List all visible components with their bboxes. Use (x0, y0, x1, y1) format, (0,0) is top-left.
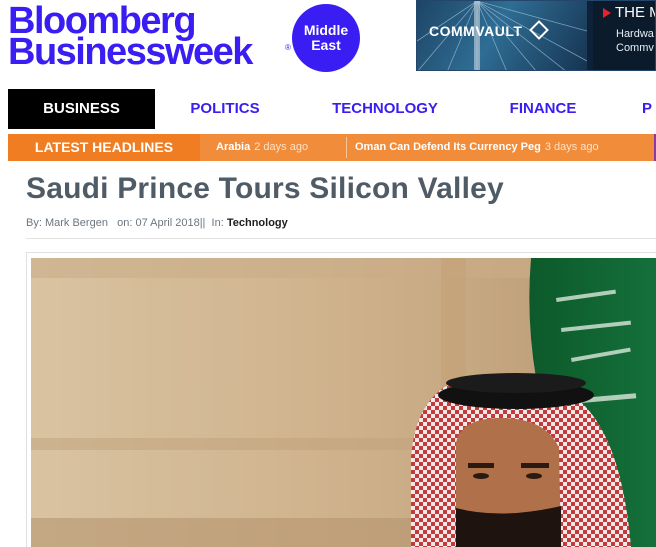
ad-brand-name: COMMVAULT (429, 23, 523, 39)
logo-registered-mark: ® (285, 43, 291, 52)
logo-line-businessweek: Businessweek (8, 31, 253, 73)
ad-headline: THE M (615, 4, 655, 21)
ticker-headline[interactable]: Arabia 2 days ago (216, 134, 308, 161)
by-label: By: (26, 217, 42, 229)
article-date: 07 April 2018|| (135, 217, 206, 229)
author-link[interactable]: Mark Bergen (45, 217, 108, 229)
ticker-headline-title: Arabia (216, 141, 251, 153)
category-label: In: (211, 217, 224, 229)
ticker-headline[interactable]: Oman Can Defend Its Currency Peg 3 days a… (355, 134, 599, 161)
nav-item-politics[interactable]: POLITICS (175, 89, 275, 129)
article-title: Saudi Prince Tours Silicon Valley (26, 172, 504, 205)
advertisement-banner[interactable]: COMMVAULT THE M Hardwa Commv (416, 0, 656, 71)
middle-east-edition-badge[interactable]: Middle East (292, 4, 360, 72)
main-nav: BUSINESS POLITICS TECHNOLOGY FINANCE P (8, 89, 656, 129)
ad-subtext-1: Hardwa (616, 28, 654, 40)
nav-item-truncated[interactable]: P (642, 89, 656, 129)
ticker-headline-time: 2 days ago (254, 141, 309, 153)
nav-item-technology[interactable]: TECHNOLOGY (320, 89, 450, 129)
region-line-2: East (311, 37, 341, 53)
category-link[interactable]: Technology (227, 217, 288, 229)
region-line-1: Middle (303, 22, 349, 38)
ad-subtext-2: Commv (616, 42, 654, 54)
date-label: on: (117, 217, 133, 229)
ticker-label: LATEST HEADLINES (8, 134, 200, 161)
play-triangle-icon (603, 8, 611, 18)
ticker-headline-time: 3 days ago (544, 141, 599, 153)
latest-headlines-ticker: LATEST HEADLINES Arabia 2 days ago Oman C… (8, 134, 656, 161)
article-photo (31, 258, 656, 547)
divider (26, 238, 656, 239)
nav-item-business[interactable]: BUSINESS (8, 89, 155, 129)
ticker-headline-title: Oman Can Defend Its Currency Peg (355, 141, 541, 153)
bloomberg-businessweek-logo[interactable]: Bloomberg Businessweek ® (8, 0, 293, 72)
ticker-separator (346, 137, 347, 158)
article-meta: By: Mark Bergen on: 07 April 2018|| In: … (26, 217, 288, 229)
nav-item-finance[interactable]: FINANCE (496, 89, 590, 129)
saudi-prince-photo (31, 258, 656, 547)
